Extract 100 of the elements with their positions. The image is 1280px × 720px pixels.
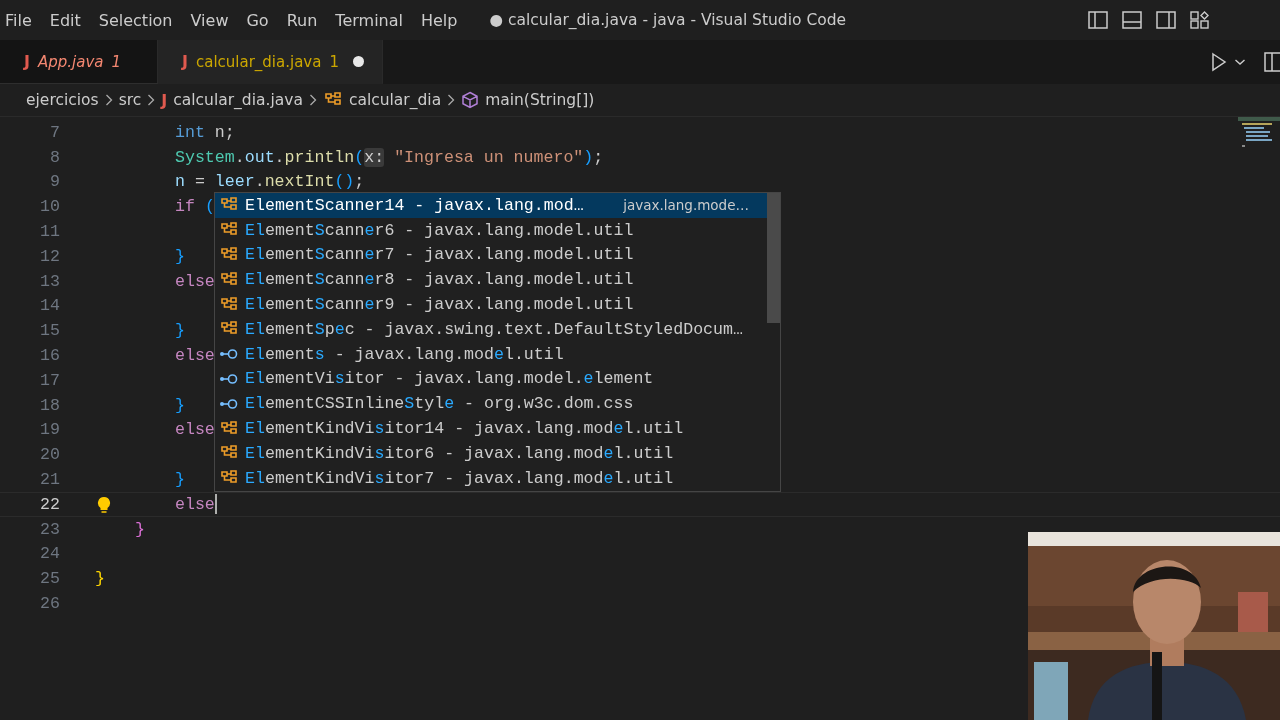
java-file-icon: J [24,52,30,71]
code-token: () [334,172,355,192]
line-number: 17 [39,370,60,390]
line-number: 23 [39,519,60,539]
code-token: . [274,147,285,167]
line-number: 22 [39,494,60,514]
customize-layout-icon[interactable] [1190,11,1210,29]
suggestion-item[interactable]: Elements - javax.lang.model.util [215,341,767,367]
code-token: } [175,395,185,415]
editor-tab[interactable]: J calcular_dia.java 1 [158,40,383,84]
editor-tab[interactable]: J App.java 1 [0,40,158,84]
suggestion-item[interactable]: ElementScanner14 - javax.lang.mod… javax.lang.mode… [215,193,767,218]
code-token: . [234,147,245,167]
suggestion-item[interactable]: ElementKindVisitor14 - javax.lang.model.util [215,416,767,441]
chevron-down-icon[interactable] [1234,57,1246,67]
code-token: else [175,271,215,291]
suggestion-item[interactable]: ElementKindVisitor7 - javax.lang.model.util [215,465,767,491]
code-token: int [175,122,205,142]
inlay-hint: x: [364,147,385,167]
sidebar-toggle-icon[interactable] [1088,11,1108,29]
code-token: ( [203,197,215,217]
code-token: ( [354,147,365,167]
line-number: 16 [39,346,60,366]
code-token: n; [213,122,235,142]
breadcrumb-item[interactable]: src [118,91,142,109]
suggestion-detail: javax.lang.mode… [623,197,750,214]
code-token: ; [593,147,604,167]
menu-item[interactable]: Help [412,10,468,30]
suggestion-item[interactable]: ElementKindVisitor6 - javax.lang.model.util [215,440,767,466]
code-token: } [175,321,185,341]
code-token: } [175,246,185,266]
code-token: "Ingresa un numero" [393,147,584,167]
code-token: ; [354,172,365,192]
chevron-icon [308,94,317,106]
line-number: 11 [39,222,60,242]
code-token: leer [214,172,255,192]
line-number: 25 [39,569,60,589]
code-token: nextInt [264,172,335,192]
split-layout-icon[interactable] [1156,11,1176,29]
code-token: else [175,420,215,440]
problem-count: 1 [329,52,339,71]
lightbulb-icon[interactable] [97,495,111,514]
line-number: 18 [39,395,60,415]
code-token: else [175,494,215,514]
text-cursor [214,494,217,515]
line-number: 12 [39,246,60,266]
menu-item[interactable]: Edit [41,10,91,30]
suggestion-item[interactable]: ElementCSSInlineStyle - org.w3c.dom.css [215,391,767,417]
panel-toggle-icon[interactable] [1122,11,1142,29]
code-token: } [135,519,145,539]
line-number: 20 [39,445,60,465]
chevron-icon [147,94,156,106]
code-token: out [244,147,275,167]
split-editor-icon[interactable] [1264,52,1280,72]
suggestion-item[interactable]: ElementScanner9 - javax.lang.model.util [215,292,767,317]
line-number: 15 [39,321,60,341]
menu-item[interactable]: File [0,10,42,30]
code-token: if [175,197,195,217]
code-token: = [193,172,206,192]
chevron-icon [104,94,113,106]
line-number: 14 [39,296,60,316]
suggestion-item[interactable]: ElementScanner8 - javax.lang.model.util [215,267,767,293]
line-number: 21 [39,470,60,490]
line-number: 8 [49,147,60,167]
code-token: } [95,569,105,589]
menu-item[interactable]: Go [238,10,279,30]
code-token: System [175,147,235,167]
breadcrumb-item[interactable]: main(String[]) [485,91,595,109]
suggestion-item[interactable]: ElementSpec - javax.swing.text.DefaultStyledDocum… [215,317,767,342]
breadcrumb-item[interactable]: calcular_dia.java [173,91,303,109]
run-icon[interactable] [1210,52,1228,72]
suggestion-item[interactable]: ElementScanner7 - javax.lang.model.util [215,242,767,268]
breadcrumb-item[interactable]: calcular_dia [348,91,442,109]
java-file-icon: J [161,90,168,110]
code-token: println [284,147,355,167]
cube-icon [461,91,480,109]
line-number: 9 [49,172,60,192]
suggestion-item[interactable]: ElementVisitor - javax.lang.model.element [215,366,767,392]
breadcrumb-item[interactable]: ejercicios [26,91,99,109]
line-number: 10 [39,197,60,217]
code-token: else [175,346,215,366]
code-token: . [254,172,265,192]
code-token: n [175,172,185,192]
line-number: 13 [39,271,60,291]
suggestion-item[interactable]: ElementScanner6 - javax.lang.model.util [215,217,767,243]
problem-count: 1 [111,52,121,71]
scrollbar-thumb[interactable] [767,193,780,323]
menu-item[interactable]: Selection [90,10,183,30]
code-token: ) [583,147,594,167]
line-number: 7 [49,122,60,142]
line-number: 24 [39,544,60,564]
menu-item[interactable]: Run [278,10,328,30]
code-token: } [175,470,185,490]
menu-item[interactable]: Terminal [327,10,413,30]
java-file-icon: J [182,52,188,71]
menu-item[interactable]: View [182,10,239,30]
line-number: 26 [39,594,60,614]
window-title: ● calcular_dia.java - java - Visual Studio Code [489,11,847,29]
line-number: 19 [39,420,60,440]
chevron-icon [447,94,456,106]
